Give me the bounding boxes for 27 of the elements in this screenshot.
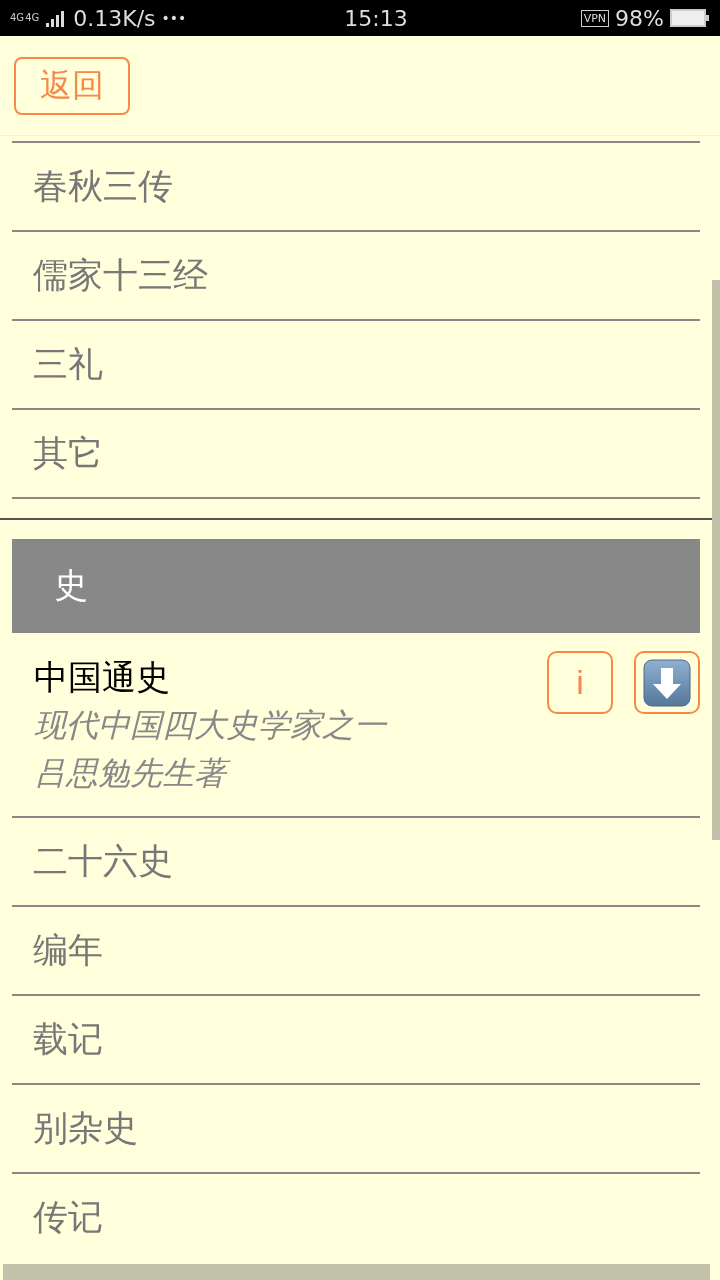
category-item[interactable]: 传记 [33, 1194, 103, 1241]
category-item[interactable]: 编年 [33, 927, 103, 974]
category-item[interactable]: 别杂史 [33, 1105, 138, 1152]
network-speed: 0.13K/s [73, 5, 156, 31]
more-indicator: ••• [161, 10, 187, 26]
battery-icon [670, 8, 710, 28]
book-title[interactable]: 中国通史 [34, 655, 526, 701]
scrollbar[interactable] [712, 280, 720, 840]
network-label: 4G [10, 13, 25, 23]
category-item[interactable]: 春秋三传 [33, 163, 173, 210]
book-description: 吕思勉先生著 [34, 749, 526, 797]
clock: 15:13 [344, 5, 408, 31]
category-item[interactable]: 载记 [33, 1016, 103, 1063]
category-item[interactable]: 三礼 [33, 341, 103, 388]
vpn-badge: VPN [580, 9, 610, 27]
category-item[interactable]: 儒家十三经 [33, 252, 208, 299]
category-item[interactable]: 其它 [33, 430, 103, 477]
download-icon [643, 658, 691, 707]
scrollbar[interactable] [3, 1264, 710, 1280]
download-button[interactable] [634, 651, 700, 714]
back-button[interactable]: 返回 [14, 56, 130, 115]
category-item[interactable]: 二十六史 [33, 838, 173, 885]
section-title: 史 [54, 564, 88, 607]
battery-level: 98% [615, 5, 664, 31]
book-description: 现代中国四大史学家之一 [34, 705, 389, 746]
network-label: 4G [25, 13, 40, 23]
info-button[interactable]: i [547, 651, 613, 714]
